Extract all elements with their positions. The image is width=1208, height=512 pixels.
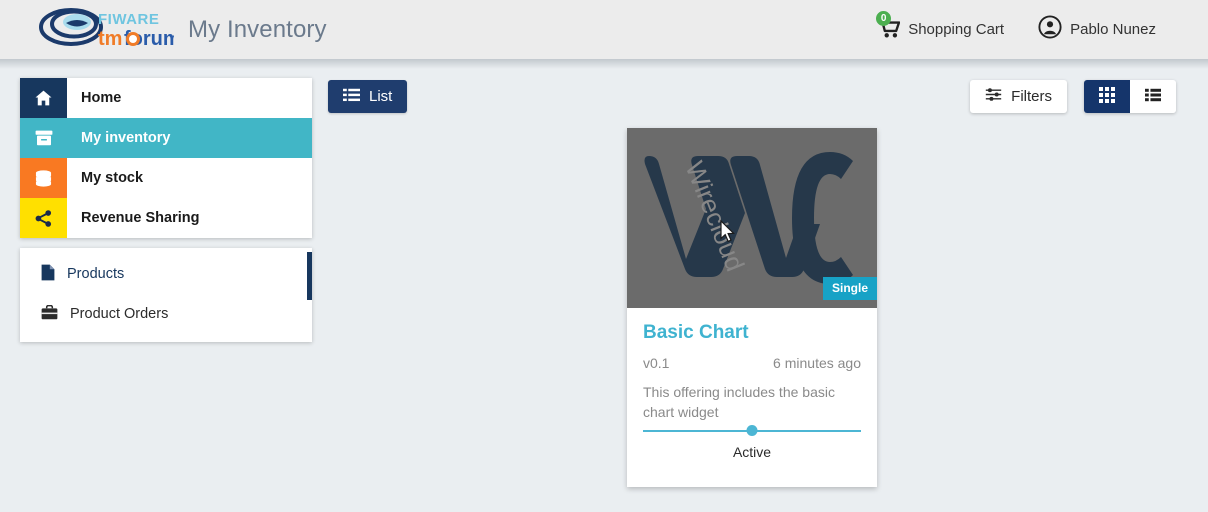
filters-button-label: Filters bbox=[1011, 88, 1052, 105]
grid-view-button[interactable] bbox=[1084, 80, 1130, 113]
product-meta: v0.1 6 minutes ago bbox=[643, 355, 861, 371]
sidebar-label-products: Products bbox=[67, 266, 125, 282]
product-card-body: Basic Chart v0.1 6 minutes ago This offe… bbox=[627, 308, 877, 422]
filters-button[interactable]: Filters bbox=[970, 80, 1067, 113]
shopping-cart-label: Shopping Cart bbox=[908, 21, 1005, 38]
sidebar-item-revenue-sharing[interactable]: Revenue Sharing bbox=[20, 198, 312, 238]
view-toolbar: Filters bbox=[970, 80, 1176, 113]
share-alt-icon bbox=[20, 198, 67, 238]
product-card[interactable]: Wirecloud Single Basic Chart v0.1 6 minu… bbox=[627, 128, 877, 487]
sidebar-item-home[interactable]: Home bbox=[20, 78, 312, 118]
sidebar-item-my-inventory[interactable]: My inventory bbox=[20, 118, 312, 158]
view-mode-group bbox=[1084, 80, 1176, 113]
sidebar-main-menu: Home My inventory My stock Revenue Shari… bbox=[20, 78, 312, 238]
product-updated: 6 minutes ago bbox=[773, 355, 861, 371]
svg-text:FIWARE: FIWARE bbox=[98, 11, 159, 28]
sidebar-label-my-inventory: My inventory bbox=[81, 130, 171, 146]
sidebar-sub-menu: Products Product Orders bbox=[20, 248, 312, 342]
header-shadow bbox=[0, 59, 1208, 69]
briefcase-icon bbox=[41, 304, 58, 324]
sidebar-label-revenue-sharing: Revenue Sharing bbox=[81, 210, 200, 226]
list-button[interactable]: List bbox=[328, 80, 408, 113]
list-icon bbox=[343, 88, 360, 106]
list-view-icon bbox=[1145, 88, 1161, 105]
status-progress-dot bbox=[746, 425, 758, 436]
sidebar-label-my-stock: My stock bbox=[81, 170, 144, 186]
header-actions: 0 Shopping Cart Pablo Nunez bbox=[876, 10, 1156, 44]
submenu-scroll-indicator[interactable] bbox=[307, 252, 312, 300]
sidebar-item-my-stock[interactable]: My stock bbox=[20, 158, 312, 198]
status-progress-track bbox=[643, 425, 861, 437]
database-icon bbox=[20, 158, 67, 198]
cart-count-badge: 0 bbox=[876, 10, 892, 26]
user-name-label: Pablo Nunez bbox=[1070, 21, 1156, 38]
product-version: v0.1 bbox=[643, 355, 670, 371]
sliders-icon bbox=[985, 87, 1002, 106]
status-label: Active bbox=[732, 444, 772, 460]
sidebar-item-product-orders[interactable]: Product Orders bbox=[20, 294, 312, 334]
grid-view-icon bbox=[1099, 87, 1115, 106]
sidebar-item-products[interactable]: Products bbox=[20, 254, 312, 294]
product-description: This offering includes the basic chart w… bbox=[643, 384, 835, 420]
brand[interactable]: FIWARE tm forum My Inventory bbox=[38, 7, 327, 53]
home-icon bbox=[20, 78, 67, 118]
product-image: Wirecloud Single bbox=[627, 128, 877, 308]
list-button-label: List bbox=[369, 88, 393, 105]
sidebar-label-product-orders: Product Orders bbox=[70, 306, 169, 322]
user-menu-button[interactable]: Pablo Nunez bbox=[1038, 15, 1156, 44]
fiware-tmforum-logo: FIWARE tm forum bbox=[38, 7, 174, 53]
sidebar-label-home: Home bbox=[81, 90, 122, 106]
product-title[interactable]: Basic Chart bbox=[643, 322, 861, 344]
shopping-cart-icon: 0 bbox=[876, 10, 901, 42]
sidebar: Home My inventory My stock Revenue Shari… bbox=[20, 78, 312, 342]
shopping-cart-button[interactable]: 0 Shopping Cart bbox=[876, 10, 1005, 42]
svg-text:tm: tm bbox=[98, 28, 122, 50]
archive-box-icon bbox=[20, 118, 67, 158]
user-circle-icon bbox=[1038, 15, 1062, 44]
list-view-button[interactable] bbox=[1130, 80, 1176, 113]
product-status: Active bbox=[627, 425, 877, 460]
file-icon bbox=[41, 264, 55, 285]
app-header: FIWARE tm forum My Inventory 0 Shopping … bbox=[0, 0, 1208, 59]
status-badge: Single bbox=[822, 277, 877, 300]
page-title: My Inventory bbox=[188, 15, 327, 43]
